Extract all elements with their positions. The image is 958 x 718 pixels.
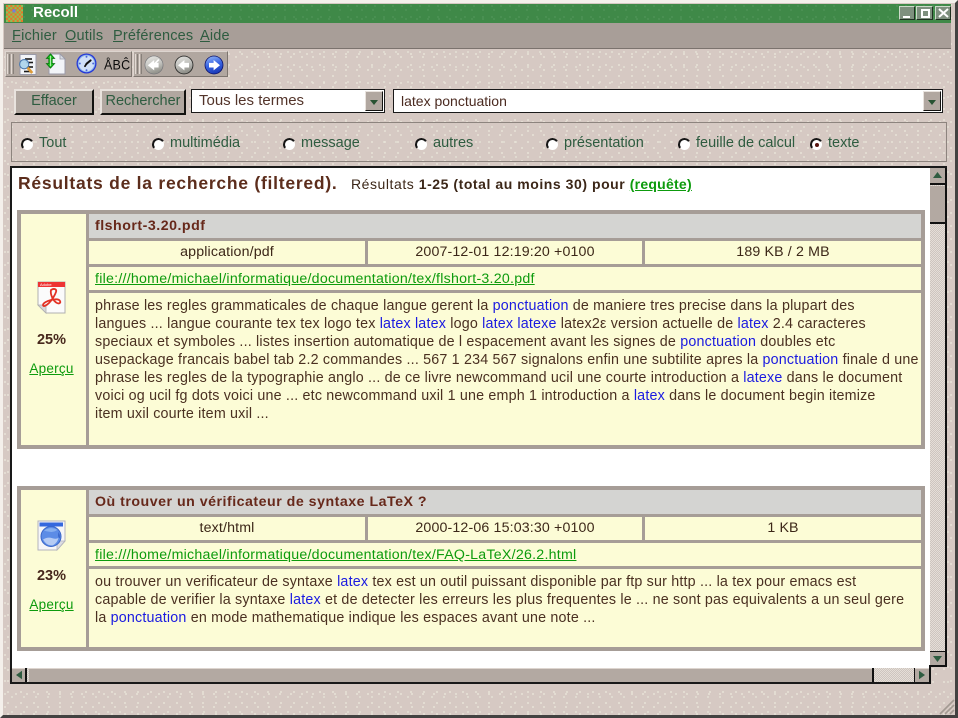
svg-text:Adobe: Adobe <box>40 282 52 287</box>
